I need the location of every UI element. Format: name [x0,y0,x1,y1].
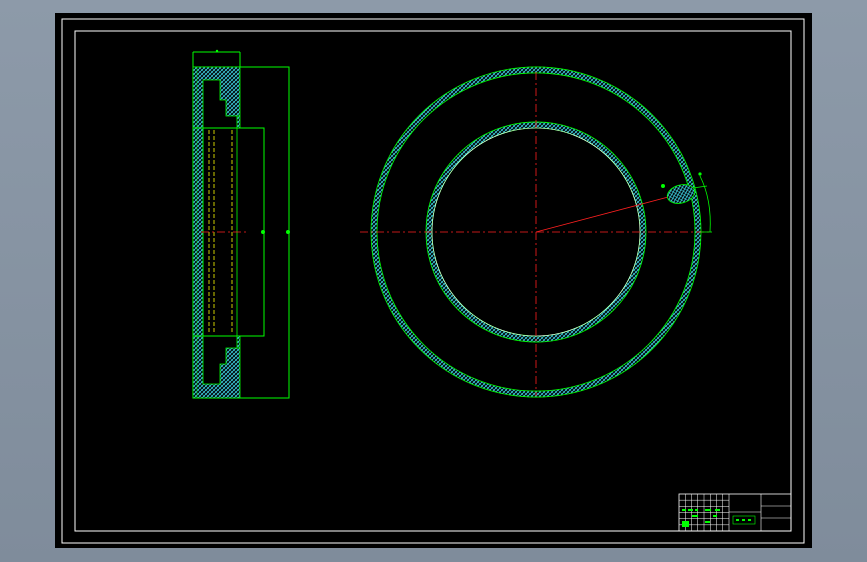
drawing-sheet [55,13,812,548]
cad-viewport[interactable] [0,0,867,562]
drawing-canvas[interactable] [0,0,867,562]
